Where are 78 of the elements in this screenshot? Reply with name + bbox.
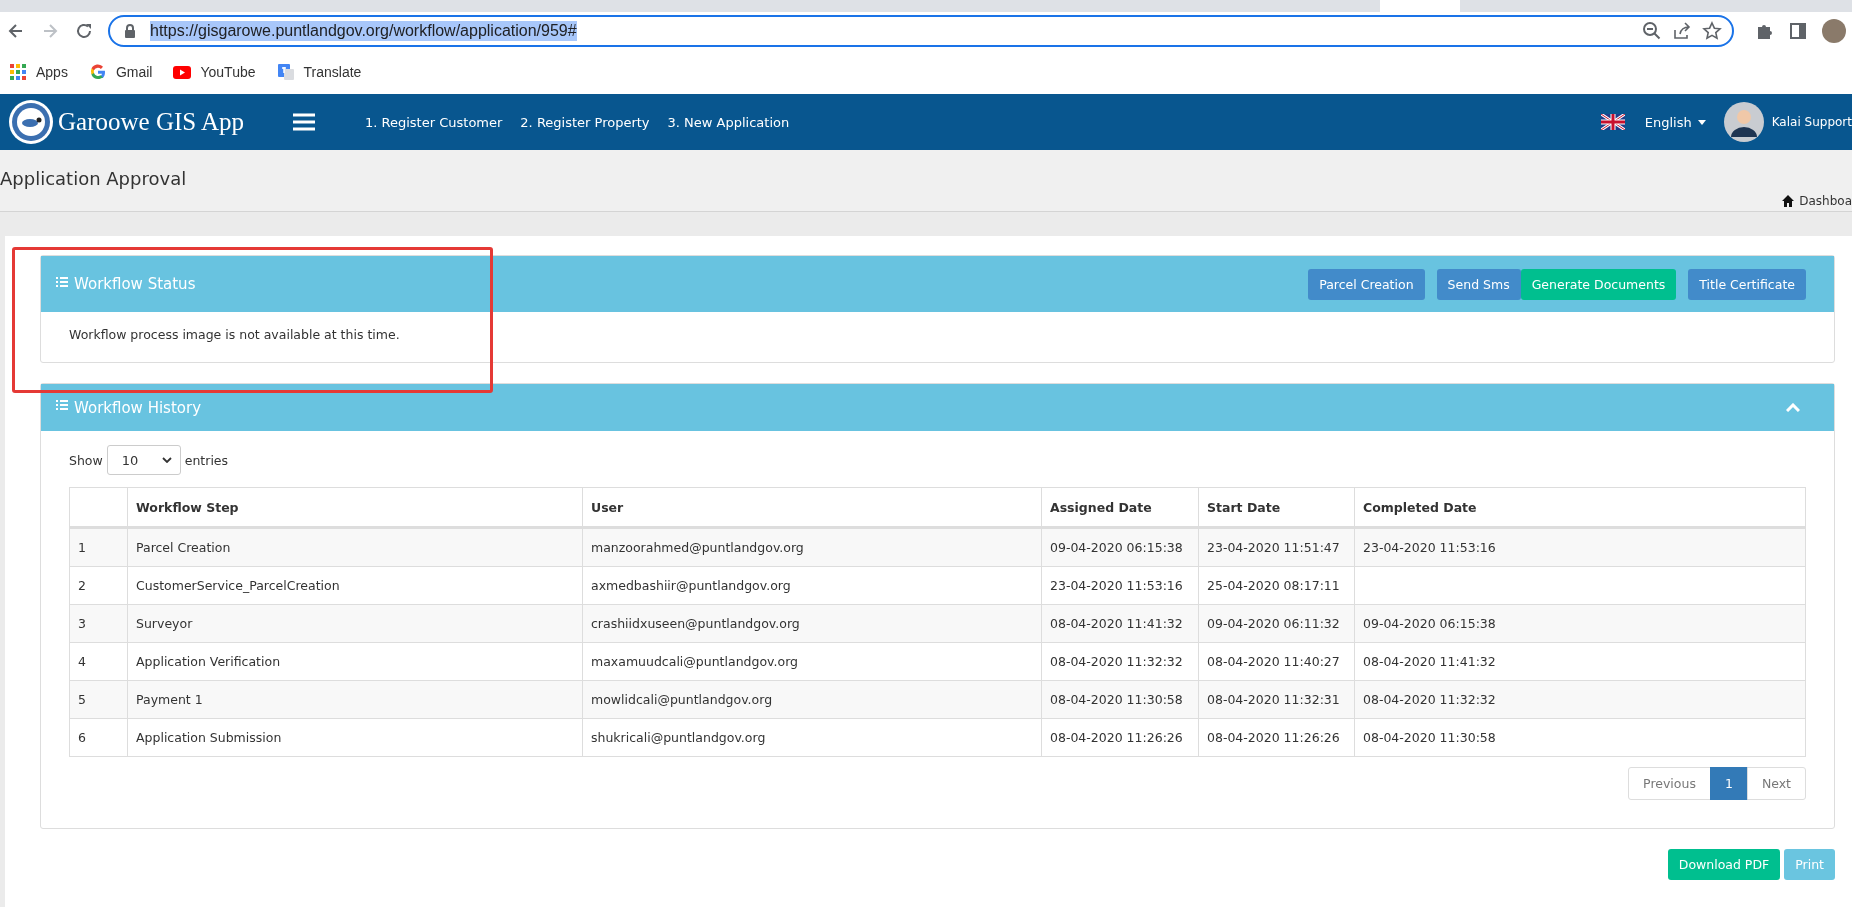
- user-name[interactable]: Kalai Support: [1771, 115, 1852, 129]
- status-message: Workflow process image is not available at this time.: [69, 327, 401, 342]
- nav-link[interactable]: 2. Register Property: [520, 114, 650, 130]
- table-cell: Application Submission: [127, 718, 583, 757]
- list-icon: [56, 399, 68, 410]
- show-label: Show: [69, 452, 103, 468]
- pagination-button[interactable]: 1: [1709, 767, 1748, 800]
- table-cell: 08-04-2020 11:40:27: [1198, 642, 1355, 681]
- table-cell: 08-04-2020 11:41:32: [1354, 642, 1806, 681]
- table-cell: 6: [69, 718, 128, 757]
- caret-icon: [1697, 119, 1706, 125]
- star-icon[interactable]: [1702, 21, 1722, 41]
- table-cell: 2: [69, 566, 128, 605]
- table-cell: 3: [69, 604, 128, 643]
- table-cell: manzoorahmed@puntlandgov.org: [582, 527, 1042, 567]
- bookmark-link[interactable]: Gmail: [87, 62, 153, 82]
- nav-link[interactable]: 3. New Application: [667, 114, 790, 130]
- menu-icon[interactable]: [293, 113, 315, 131]
- table-cell: 08-04-2020 11:26:26: [1198, 718, 1355, 757]
- panel-title: Workflow History: [74, 398, 201, 417]
- table-cell: maxamuudcali@puntlandgov.org: [582, 642, 1042, 681]
- bookmark-link[interactable]: Apps: [8, 62, 68, 82]
- list-icon: [56, 275, 68, 287]
- panel-title: Workflow Status: [74, 275, 196, 293]
- chevron-down-icon: [161, 457, 172, 463]
- table-cell: 08-04-2020 11:30:58: [1354, 718, 1806, 757]
- table-cell: 4: [69, 642, 128, 681]
- home-icon: [1781, 193, 1796, 208]
- page-title: Application Approval: [0, 167, 187, 189]
- table-cell: 08-04-2020 11:41:32: [1041, 604, 1199, 643]
- user-silhouette-avatar[interactable]: [1723, 102, 1764, 142]
- table-cell: CustomerService_ParcelCreation: [127, 566, 583, 605]
- table-cell: 5: [69, 680, 128, 719]
- share-icon[interactable]: [1672, 21, 1692, 41]
- url-text: https://gisgarowe.puntlandgov.org/workflow/application/959#: [150, 21, 577, 41]
- action-button[interactable]: Title Certificate: [1688, 268, 1806, 300]
- table-cell: 09-04-2020 06:15:38: [1354, 604, 1806, 643]
- action-button[interactable]: Send Sms: [1436, 268, 1521, 300]
- table-cell: 23-04-2020 11:51:47: [1198, 527, 1355, 567]
- entries-select[interactable]: 10: [106, 445, 181, 475]
- table-cell: 08-04-2020 11:30:58: [1041, 680, 1199, 719]
- app-title: Garoowe GIS App: [58, 108, 246, 136]
- bookmark-link[interactable]: YouTube: [172, 62, 256, 82]
- table-cell: 1: [69, 527, 128, 567]
- language-dropdown[interactable]: English: [1644, 114, 1706, 130]
- table-cell: Parcel Creation: [127, 527, 583, 567]
- table-cell: 25-04-2020 08:17:11: [1198, 566, 1355, 605]
- entries-label: entries: [184, 452, 229, 468]
- table-cell: Application Verification: [127, 642, 583, 681]
- round-emblem-logo: [8, 99, 54, 145]
- translate-icon: [275, 62, 296, 82]
- apps-grid-icon: [8, 62, 28, 82]
- table-cell: Surveyor: [127, 604, 583, 643]
- zoom-out-icon[interactable]: [1642, 21, 1662, 41]
- table-cell: 08-04-2020 11:32:31: [1198, 680, 1355, 719]
- table-cell: 08-04-2020 11:32:32: [1354, 680, 1806, 719]
- table-cell: mowlidcali@puntlandgov.org: [582, 680, 1042, 719]
- side-panel-icon[interactable]: [1788, 21, 1808, 41]
- address-bar[interactable]: https://gisgarowe.puntlandgov.org/workflow/application/959#: [108, 15, 1734, 47]
- table-cell: 08-04-2020 11:32:32: [1041, 642, 1199, 681]
- union-flag-icon[interactable]: [1600, 114, 1625, 130]
- reload-icon[interactable]: [74, 21, 94, 41]
- breadcrumb-link[interactable]: Dashboa: [1781, 193, 1852, 208]
- profile-avatar[interactable]: [1822, 19, 1846, 43]
- table-cell: 09-04-2020 06:15:38: [1041, 527, 1199, 567]
- pagination-button[interactable]: Next: [1746, 767, 1806, 800]
- table-cell: 23-04-2020 11:53:16: [1041, 566, 1199, 605]
- table-cell: shukricali@puntlandgov.org: [582, 718, 1042, 757]
- table-cell: 09-04-2020 06:11:32: [1198, 604, 1355, 643]
- pagination-button[interactable]: Previous: [1628, 767, 1711, 800]
- table-cell: 23-04-2020 11:53:16: [1354, 527, 1806, 567]
- nav-link[interactable]: 1. Register Customer: [365, 114, 503, 130]
- table-cell: Payment 1: [127, 680, 583, 719]
- table-cell: 08-04-2020 11:26:26: [1041, 718, 1199, 757]
- bookmark-link[interactable]: Translate: [275, 62, 362, 82]
- action-button[interactable]: Parcel Creation: [1308, 268, 1425, 300]
- table-cell: crashiidxuseen@puntlandgov.org: [582, 604, 1042, 643]
- table-cell: axmedbashiir@puntlandgov.org: [582, 566, 1042, 605]
